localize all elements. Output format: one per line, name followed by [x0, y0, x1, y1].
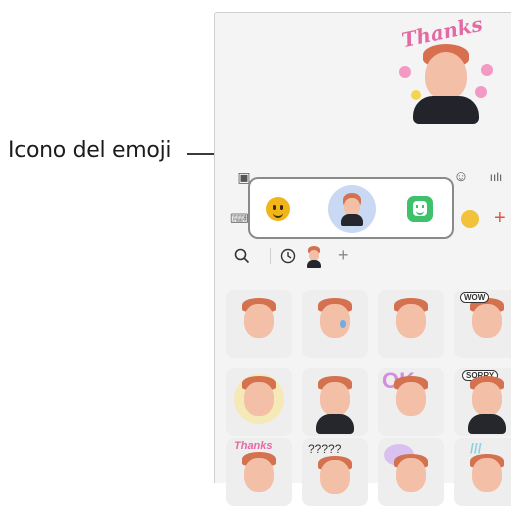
sticker-text: Thanks: [234, 440, 273, 452]
ar-emoji-body: [341, 214, 363, 226]
sticker-flower-icon: [481, 64, 493, 76]
sticker-item[interactable]: Thanks: [226, 438, 292, 506]
sticker-item[interactable]: WOW: [454, 290, 511, 358]
search-icon[interactable]: [234, 248, 250, 269]
sticker-flower-icon: [399, 66, 411, 78]
voice-icon[interactable]: ıılı: [488, 169, 504, 185]
avatar-category-icon[interactable]: [306, 246, 322, 268]
emoji-icon: [266, 197, 290, 221]
sticker-flower-icon: [475, 86, 487, 98]
sticker-item[interactable]: ?????: [302, 438, 368, 506]
emoji-icon[interactable]: ☺: [453, 169, 469, 185]
sticker-flower-icon: [411, 90, 421, 100]
sticker-item[interactable]: [378, 438, 444, 506]
sticker-item[interactable]: SORRY: [454, 368, 511, 436]
recent-icon[interactable]: [280, 248, 296, 269]
divider: [270, 248, 271, 264]
sticker-filter-row: +: [216, 244, 511, 272]
sticker-item[interactable]: [226, 290, 292, 358]
emoji-option[interactable]: [256, 187, 300, 231]
ar-emoji-option[interactable]: [328, 185, 376, 233]
sticker-item[interactable]: [302, 368, 368, 436]
bitmoji-option[interactable]: [398, 187, 442, 231]
sticker-item[interactable]: ///: [454, 438, 511, 506]
add-button[interactable]: +: [494, 208, 506, 228]
sticker-item[interactable]: [378, 290, 444, 358]
sent-sticker[interactable]: Thanks: [391, 12, 503, 124]
reaction-sticker-icon[interactable]: [461, 210, 479, 228]
sticker-item[interactable]: [226, 368, 292, 436]
sticker-item[interactable]: OK: [378, 368, 444, 436]
add-category-icon[interactable]: +: [338, 246, 349, 264]
sticker-text: WOW: [460, 292, 490, 303]
avatar-body: [413, 96, 479, 124]
callout-label: Icono del emoji: [8, 138, 172, 163]
keyboard-icon[interactable]: ⌨: [230, 211, 249, 227]
emoji-type-popup: [248, 177, 454, 239]
sticker-item[interactable]: [302, 290, 368, 358]
avatar-head: [425, 52, 467, 100]
sticker-text: ?????: [308, 442, 342, 456]
bitmoji-icon: [407, 196, 433, 222]
